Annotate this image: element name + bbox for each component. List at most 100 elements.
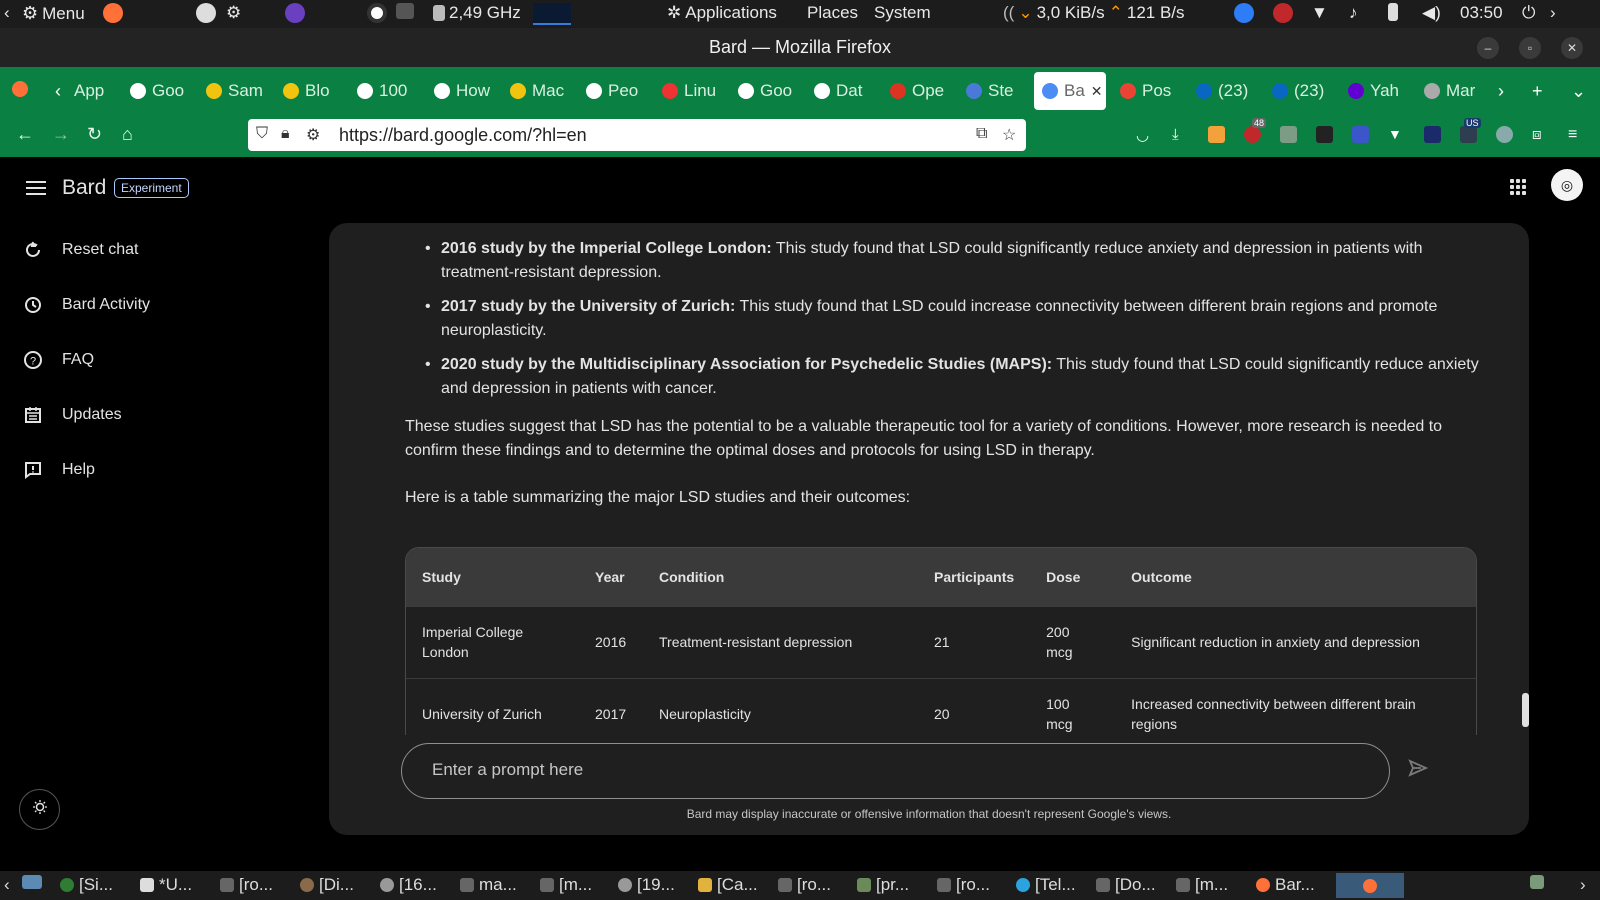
- lock-icon[interactable]: 🔒︎: [281, 125, 290, 143]
- prompt-box[interactable]: [401, 743, 1390, 799]
- clock[interactable]: 03:50: [1460, 3, 1503, 23]
- tabs-scroll-right[interactable]: ›: [1498, 81, 1504, 102]
- taskbar-item[interactable]: [ro...: [220, 875, 273, 895]
- shield-icon[interactable]: ⛉: [256, 125, 268, 143]
- conversation-scroll-area[interactable]: 2016 study by the Imperial College Londo…: [329, 223, 1516, 735]
- tabs-scroll-left[interactable]: ‹: [55, 81, 61, 102]
- filter-button[interactable]: ▼: [1388, 126, 1405, 143]
- taskbar-item[interactable]: [pr...: [857, 875, 909, 895]
- tray-app1[interactable]: [1234, 3, 1254, 23]
- tray-volume[interactable]: ◀): [1422, 3, 1441, 23]
- extension-button[interactable]: [1352, 126, 1369, 143]
- tab-item[interactable]: How: [434, 72, 492, 110]
- ublock-button[interactable]: 48: [1244, 118, 1267, 143]
- new-tab-button[interactable]: +: [1532, 81, 1543, 102]
- extension-button[interactable]: [1496, 126, 1513, 143]
- tab-item[interactable]: Dat: [814, 72, 872, 110]
- taskbar-item[interactable]: [ro...: [778, 875, 831, 895]
- places-menu[interactable]: Places: [807, 3, 858, 23]
- menu-button[interactable]: ⚙ Menu: [22, 3, 85, 24]
- close-window-button[interactable]: ✕: [1561, 37, 1583, 59]
- downloads-button[interactable]: ⤓: [1172, 126, 1189, 143]
- close-tab-icon[interactable]: ✕: [1091, 83, 1103, 100]
- reload-button[interactable]: ↻: [87, 124, 102, 145]
- send-button[interactable]: [1407, 757, 1431, 781]
- launcher-settings[interactable]: ⚙: [226, 3, 241, 23]
- pocket-button[interactable]: ◡: [1136, 126, 1153, 144]
- taskbar-item-active[interactable]: [1336, 873, 1404, 898]
- tab-item[interactable]: Ste: [966, 72, 1024, 110]
- sidebar-item-help[interactable]: Help: [22, 459, 95, 481]
- extension-button[interactable]: [1424, 126, 1441, 143]
- google-apps-button[interactable]: [1510, 179, 1526, 195]
- system-menu[interactable]: System: [874, 3, 931, 23]
- taskbar-item[interactable]: [m...: [540, 875, 592, 895]
- taskbar-item[interactable]: *U...: [140, 875, 192, 895]
- extension-button[interactable]: [1208, 126, 1225, 143]
- tab-item[interactable]: Mac: [510, 72, 568, 110]
- launcher-a[interactable]: [196, 3, 216, 23]
- list-tabs-button[interactable]: ⌄: [1571, 81, 1586, 102]
- tab-item[interactable]: Goo: [738, 72, 796, 110]
- tab-item[interactable]: Peo: [586, 72, 644, 110]
- tray-record[interactable]: [1273, 3, 1293, 23]
- sidebar-item-updates[interactable]: Updates: [22, 404, 122, 426]
- launcher-terminal[interactable]: [396, 3, 414, 19]
- taskbar-item[interactable]: [m...: [1176, 875, 1228, 895]
- main-menu-button[interactable]: [26, 181, 46, 195]
- tab-item[interactable]: Mar: [1424, 72, 1482, 110]
- taskbar-item[interactable]: [Si...: [60, 875, 113, 895]
- tray-wifi[interactable]: ▼: [1311, 3, 1328, 23]
- tab-item[interactable]: (23): [1196, 72, 1262, 110]
- tab-item[interactable]: Goo: [130, 72, 188, 110]
- taskbar-item[interactable]: [Do...: [1096, 875, 1156, 895]
- bookmark-star-icon[interactable]: ☆: [1002, 125, 1016, 145]
- back-button[interactable]: ←: [16, 124, 34, 145]
- tab-item[interactable]: Sam: [206, 72, 264, 110]
- extensions-menu-button[interactable]: ⧈: [1532, 126, 1549, 143]
- taskbar-item[interactable]: [Ca...: [698, 875, 758, 895]
- launcher-o[interactable]: [367, 3, 387, 23]
- tab-item[interactable]: 100: [357, 72, 417, 110]
- taskbar-item[interactable]: [Di...: [300, 875, 354, 895]
- taskbar-item[interactable]: Bar...: [1256, 875, 1315, 895]
- tab-item[interactable]: Blo: [283, 72, 341, 110]
- tray-battery[interactable]: [1388, 3, 1398, 21]
- maximize-button[interactable]: ▫: [1519, 37, 1541, 59]
- app-menu-button[interactable]: ≡: [1568, 126, 1585, 143]
- home-button[interactable]: ⌂: [122, 124, 133, 145]
- taskbar-item[interactable]: ma...: [460, 875, 517, 895]
- tray-power[interactable]: ⏻: [1522, 3, 1535, 23]
- sidebar-item-faq[interactable]: ? FAQ: [22, 349, 94, 371]
- tab-item[interactable]: Pos: [1120, 72, 1180, 110]
- tab-item[interactable]: Ope: [890, 72, 948, 110]
- taskbar-scroll-right[interactable]: ›: [1580, 875, 1586, 895]
- scrollbar-thumb[interactable]: [1522, 693, 1529, 727]
- translate-icon[interactable]: ⧉: [976, 125, 987, 143]
- permissions-icon[interactable]: ⚙: [306, 125, 320, 145]
- forward-button[interactable]: →: [52, 124, 70, 145]
- panel-scroll-left[interactable]: ‹: [4, 3, 10, 23]
- taskbar-scroll-left[interactable]: ‹: [4, 875, 10, 895]
- tab-active-bard[interactable]: Ba ✕: [1034, 72, 1106, 110]
- firefox-launcher[interactable]: [103, 3, 123, 23]
- trash-button[interactable]: [1530, 875, 1544, 889]
- taskbar-item[interactable]: [19...: [618, 875, 675, 895]
- url-bar[interactable]: ⛉ 🔒︎ ⚙ https://bard.google.com/?hl=en ⧉ …: [248, 119, 1026, 151]
- extension-button[interactable]: [1316, 126, 1333, 143]
- tab-item[interactable]: App: [74, 72, 114, 110]
- url-text[interactable]: https://bard.google.com/?hl=en: [339, 125, 587, 146]
- show-desktop-button[interactable]: [22, 875, 42, 889]
- tray-notifications[interactable]: ♪: [1349, 3, 1358, 23]
- extension-button[interactable]: [1280, 126, 1297, 143]
- taskbar-item[interactable]: [ro...: [937, 875, 990, 895]
- taskbar-item[interactable]: [Tel...: [1016, 875, 1076, 895]
- vpn-button[interactable]: US: [1460, 118, 1481, 143]
- prompt-input[interactable]: [432, 760, 1332, 780]
- avatar[interactable]: ◎: [1551, 169, 1583, 201]
- tab-item[interactable]: Yah: [1348, 72, 1406, 110]
- taskbar-item[interactable]: [16...: [380, 875, 437, 895]
- sidebar-item-reset-chat[interactable]: Reset chat: [22, 239, 138, 261]
- tab-item[interactable]: Linu: [662, 72, 720, 110]
- launcher-purple[interactable]: [285, 3, 305, 23]
